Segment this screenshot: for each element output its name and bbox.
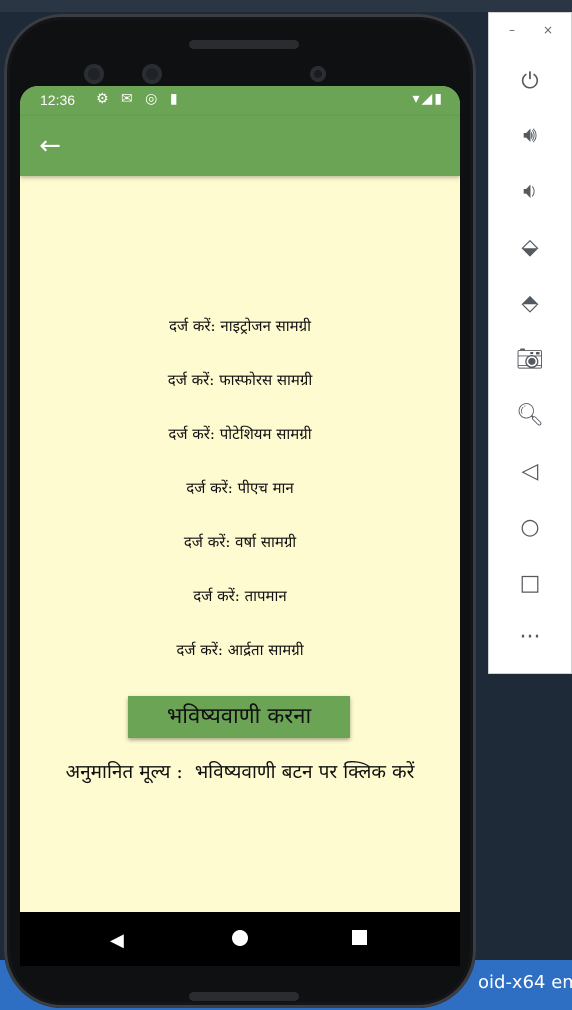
nav-back-icon[interactable]: ◁ (513, 455, 547, 489)
nitrogen-input[interactable]: दर्ज करें: नाइट्रोजन सामग्री (20, 316, 460, 336)
ph-input[interactable]: दर्ज करें: पीएच मान (20, 478, 460, 498)
phone-camera (310, 66, 326, 82)
status-bar: 12:36 ⚙ ✉ ◎ ▮ ▾◢▮ (20, 86, 460, 116)
result-value: भविष्यवाणी बटन पर क्लिक करें (194, 761, 415, 783)
taskbar-label: oid-x64 em (478, 972, 572, 993)
phone-sensor (84, 64, 104, 84)
nav-overview-icon[interactable] (352, 930, 367, 945)
nav-overview-icon[interactable]: □ (513, 567, 547, 601)
power-icon[interactable]: ⏻ (513, 65, 547, 99)
app-screen: 12:36 ⚙ ✉ ◎ ▮ ▾◢▮ ← दर्ज करें: नाइट्रोजन… (20, 86, 460, 966)
app-bar: ← (20, 116, 460, 176)
status-time: 12:36 (40, 92, 76, 108)
temperature-input[interactable]: दर्ज करें: तापमान (20, 586, 460, 606)
camera-icon[interactable]: 📷︎ (513, 343, 547, 377)
phone-speaker-top (189, 40, 299, 49)
system-nav-bar: ◀ (20, 912, 460, 966)
potassium-input[interactable]: दर्ज करें: पोटेशियम सामग्री (20, 424, 460, 444)
predict-button[interactable]: भविष्यवाणी करना (128, 696, 350, 738)
more-icon[interactable]: ··· (513, 621, 547, 655)
phosphorus-input[interactable]: दर्ज करें: फास्फोरस सामग्री (20, 370, 460, 390)
status-signal-battery-icons: ▾◢▮ (412, 91, 444, 107)
humidity-input[interactable]: दर्ज करें: आर्द्रता सामग्री (20, 640, 460, 660)
rotate-right-icon[interactable]: ⬘ (513, 287, 547, 321)
prediction-result: अनुमानित मूल्य : भविष्यवाणी बटन पर क्लिक… (20, 758, 460, 784)
rotate-left-icon[interactable]: ⬙ (513, 231, 547, 265)
desktop-top-bar (0, 0, 572, 12)
emulator-window-controls: – × (489, 23, 571, 43)
result-label: अनुमानित मूल्य : (65, 761, 183, 783)
close-icon[interactable]: × (543, 23, 553, 37)
minimize-icon[interactable]: – (509, 23, 515, 37)
volume-down-icon[interactable]: 🔉︎ (513, 175, 547, 209)
status-notification-icons: ⚙ ✉ ◎ ▮ (96, 91, 182, 107)
zoom-in-icon[interactable]: 🔍︎ (513, 399, 547, 433)
emulator-side-panel: – × ⏻ 🔊︎ 🔉︎ ⬙ ⬘ 📷︎ 🔍︎ ◁ ○ □ ··· (488, 12, 572, 674)
volume-up-icon[interactable]: 🔊︎ (513, 119, 547, 153)
phone-sensor (142, 64, 162, 84)
nav-home-icon[interactable]: ○ (513, 511, 547, 545)
rainfall-input[interactable]: दर्ज करें: वर्षा सामग्री (20, 532, 460, 552)
arrow-back-icon[interactable]: ← (34, 130, 66, 162)
phone-speaker-bottom (189, 992, 299, 1001)
nav-home-icon[interactable] (232, 930, 248, 946)
nav-back-icon[interactable]: ◀ (110, 930, 124, 951)
